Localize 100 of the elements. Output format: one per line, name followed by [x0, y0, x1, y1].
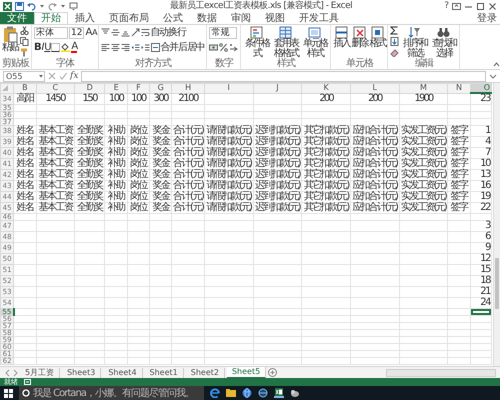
collapse-ribbon-icon[interactable]: [493, 61, 500, 67]
name-box[interactable]: O55: [3, 70, 45, 82]
file-tab[interactable]: 文件: [0, 12, 34, 24]
column-header[interactable]: G: [150, 84, 172, 93]
decrease-indent-icon[interactable]: [131, 43, 140, 52]
underline-button[interactable]: U: [44, 42, 50, 53]
column-header[interactable]: M: [399, 84, 448, 93]
grow-font-button[interactable]: A: [85, 27, 92, 38]
ribbon-button[interactable]: 单元格样式: [301, 26, 328, 59]
format-painter-icon[interactable]: [20, 48, 29, 57]
grid-cell: 200: [302, 93, 350, 104]
ribbon-button[interactable]: 套用表格格式: [272, 26, 300, 59]
check-icon[interactable]: [59, 72, 67, 80]
column-header[interactable]: B: [14, 84, 36, 93]
decimal-icon[interactable]: [229, 43, 238, 52]
cut-icon[interactable]: [20, 26, 29, 35]
macro-icon[interactable]: [24, 379, 31, 385]
column-header[interactable]: I: [204, 84, 254, 93]
grid-cell: 签字: [448, 148, 470, 158]
close-icon[interactable]: [488, 2, 497, 10]
vertical-scrollbar[interactable]: [493, 83, 500, 366]
folder-icon[interactable]: [226, 388, 236, 398]
column-header[interactable]: J: [253, 84, 302, 93]
column-header[interactable]: H: [172, 84, 204, 93]
horizontal-scrollbar[interactable]: [386, 368, 496, 376]
ribbon-button[interactable]: 排序和筛选: [401, 26, 428, 59]
search-field[interactable]: 我是 Cortana，小娜。有问题尽管问我。: [19, 386, 204, 400]
grid-cell: 请假扣款(元): [204, 126, 254, 136]
merge-center-button[interactable]: 合并后居中: [151, 42, 204, 53]
column-header[interactable]: E: [104, 84, 128, 93]
ribbon-tab[interactable]: 公式: [156, 12, 190, 24]
expand-icon[interactable]: [489, 72, 497, 80]
lens-icon[interactable]: [258, 388, 268, 398]
sum-icon[interactable]: [390, 26, 400, 35]
caret-icon[interactable]: [60, 3, 66, 9]
ribbon-button[interactable]: 格式: [369, 26, 386, 49]
align-center-icon[interactable]: [111, 43, 120, 52]
fill-color-icon[interactable]: [61, 43, 70, 52]
sign-in-link[interactable]: 登录: [477, 12, 497, 24]
column-header[interactable]: O: [470, 84, 492, 93]
insert-function-button[interactable]: fx: [70, 71, 78, 81]
font-color-button[interactable]: A: [71, 42, 77, 53]
ribbon-button[interactable]: 查找和选择: [430, 26, 458, 59]
fill-down-icon[interactable]: [390, 37, 400, 46]
ribbon-button[interactable]: 插入: [333, 26, 350, 49]
grid-cell: 迟到扣款(元): [253, 180, 302, 192]
grid-cell: 18: [470, 276, 492, 286]
column-header[interactable]: F: [127, 84, 150, 93]
orientation-icon[interactable]: [131, 28, 140, 37]
paste-button[interactable]: 粘贴: [2, 26, 18, 53]
align-right-icon[interactable]: [121, 43, 130, 52]
column-header[interactable]: K: [302, 84, 350, 93]
column-header[interactable]: N: [448, 84, 470, 93]
align-left-icon[interactable]: [101, 43, 110, 52]
grid-cell: 19: [470, 192, 492, 202]
globe-icon[interactable]: [242, 388, 252, 398]
save-icon[interactable]: [15, 2, 24, 10]
windows-icon[interactable]: [4, 388, 13, 398]
next-sheet-icon[interactable]: [12, 368, 18, 376]
caret-icon[interactable]: [39, 3, 45, 9]
help-button[interactable]: ?: [444, 1, 449, 11]
align-middle-icon[interactable]: [111, 28, 120, 37]
column-header[interactable]: D: [74, 84, 105, 93]
bold-button[interactable]: B: [34, 42, 40, 53]
shrink-font-button[interactable]: A: [92, 27, 96, 38]
ribbon-tab[interactable]: 视图: [258, 12, 292, 24]
previous-sheet-icon[interactable]: [4, 368, 10, 376]
copy-icon[interactable]: [20, 37, 29, 46]
redo-icon[interactable]: [48, 2, 57, 10]
ribbon-tab[interactable]: 审阅: [224, 12, 258, 24]
column-header[interactable]: L: [350, 84, 400, 93]
font-size-dropdown[interactable]: 12: [69, 26, 84, 38]
ribbon-tab[interactable]: 开始: [34, 12, 68, 24]
percent-icon[interactable]: [219, 43, 228, 52]
add-sheet-icon[interactable]: [268, 368, 278, 377]
ribbon-button[interactable]: 删除: [351, 26, 368, 49]
italic-button[interactable]: I: [41, 42, 44, 53]
ribbon-button[interactable]: 条件格式: [243, 26, 270, 59]
increase-indent-icon[interactable]: [141, 43, 150, 52]
wrap-text-button[interactable]: 自动换行: [141, 27, 186, 38]
ribbon-display-icon[interactable]: [452, 2, 461, 10]
ribbon-tab[interactable]: 插入: [68, 12, 102, 24]
sheet-tab[interactable]: Sheet5: [226, 366, 266, 378]
font-dropdown[interactable]: 宋体: [34, 26, 68, 38]
formula-input[interactable]: [81, 70, 486, 82]
browser-icon[interactable]: [210, 388, 220, 398]
cell-cursor[interactable]: [470, 308, 492, 316]
ribbon-tab[interactable]: 数据: [190, 12, 224, 24]
ribbon-tab[interactable]: 开发工具: [292, 12, 346, 24]
column-header[interactable]: C: [36, 84, 75, 93]
customize-icon[interactable]: [69, 2, 78, 10]
number-format-dropdown[interactable]: 常规: [209, 26, 238, 38]
spreadsheet-app-icon[interactable]: [274, 388, 284, 398]
border-icon[interactable]: [51, 43, 60, 52]
currency-icon[interactable]: [209, 43, 218, 52]
maximize-icon[interactable]: [476, 2, 485, 10]
undo-icon[interactable]: [27, 2, 36, 10]
ribbon-tab[interactable]: 页面布局: [102, 12, 156, 24]
eraser-icon[interactable]: [390, 48, 400, 57]
grid-cell: 23: [470, 93, 492, 104]
